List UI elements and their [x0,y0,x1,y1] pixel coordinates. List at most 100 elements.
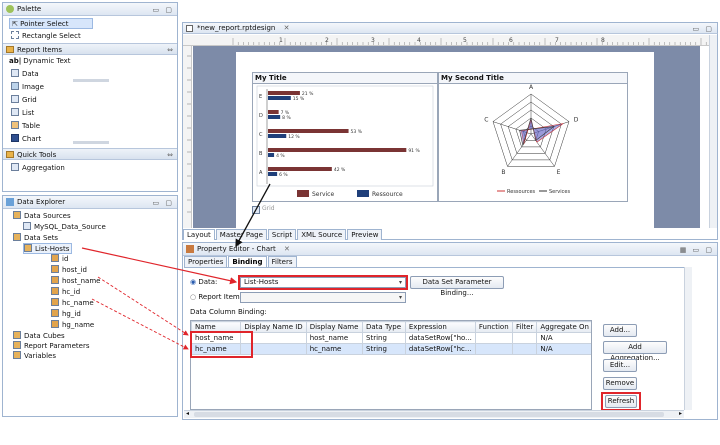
data-set-parameter-binding-button[interactable]: Data Set Parameter Binding... [410,276,504,297]
property-vertical-scrollbar[interactable] [684,267,692,410]
data-select-highlight [238,275,408,290]
data-radio[interactable]: ◉ Data: [190,277,217,288]
quick-tool-aggregation[interactable]: Aggregation [11,163,65,174]
editor-vertical-scrollbar[interactable] [709,35,717,228]
quick-tools-section[interactable]: Quick Tools ⇔ [3,148,177,160]
tab-preview[interactable]: Preview [347,229,383,240]
legend-swatch [357,190,369,197]
column-header[interactable]: Expression [404,321,476,333]
report-item-chart[interactable]: Chart [11,134,41,145]
scroll-right-icon[interactable]: ▸ [679,410,682,417]
radio-selected-icon: ◉ [190,278,197,286]
radar-axis-label: C [484,116,488,123]
chart1-handle-icon[interactable] [252,206,260,214]
chart2-title: My Second Title [439,73,627,84]
legend-swatch [297,190,309,197]
cell-filter [511,332,538,344]
subtab-binding[interactable]: Binding [228,256,267,267]
field-icon [51,265,59,273]
report-item-list[interactable]: List [11,108,34,119]
column-header[interactable]: Filter [511,321,538,333]
legend-label: Service [312,191,334,198]
report-item-radio[interactable]: ○ Report Item: [190,292,242,303]
collapse-icon[interactable]: ⇔ [167,44,173,56]
chart1-caption: Grid [262,205,275,212]
bar-service [268,129,349,133]
subtab-filters[interactable]: Filters [267,256,297,267]
close-icon[interactable]: ✕ [284,245,290,253]
report-item-grid[interactable]: Grid [11,95,37,106]
remove-button[interactable]: Remove [603,377,637,390]
editor-tab[interactable]: *new_report.rptdesign ✕ ▭ ▢ [182,22,718,34]
tab-master-page[interactable]: Master Page [215,229,267,240]
tab-xml-source[interactable]: XML Source [297,229,347,240]
report-item-select[interactable]: ▾ [240,292,406,303]
data-sets-icon [13,233,21,241]
cell-data-type: String [362,343,406,355]
column-header[interactable]: Aggregate On [536,321,591,333]
tree-field-hc-name[interactable]: hc_name [51,298,94,309]
radar-spoke [530,133,555,167]
minimize-maximize-icons[interactable]: ▭ ▢ [693,24,714,35]
ruler-label: 5 [463,37,467,44]
edit-button[interactable]: Edit... [603,359,637,372]
tree-list-hosts[interactable]: List-Hosts [23,243,73,254]
cell-filter [511,343,538,355]
refresh-button-highlight [601,392,641,411]
collapse-icon[interactable]: ⇔ [167,149,173,161]
chart2-frame[interactable]: My Second Title A B C D E Ressources Services [438,72,628,202]
bar-service [268,167,332,171]
data-column-binding-label: Data Column Binding: [190,308,267,316]
add-button[interactable]: Add... [603,324,637,337]
rectangle-select-item[interactable]: Rectangle Select [11,31,81,42]
column-header[interactable]: Display Name [305,321,364,333]
cell-aggregate-on: N/A [536,343,591,355]
category-label: E [259,94,262,100]
tab-layout[interactable]: Layout [183,229,215,240]
close-icon[interactable]: ✕ [284,24,290,32]
chart1-frame[interactable]: My Title E 21 % 15 % D 7 % 8 % C 53 % 12 % B 91 % 4… [252,72,438,202]
tree-field-id[interactable]: id [51,254,68,265]
tree-mysql-source[interactable]: MySQL_Data_Source [23,222,106,233]
tree-field-hc-id[interactable]: hc_id [51,287,80,298]
tree-field-host-id[interactable]: host_id [51,265,87,276]
tree-field-hg-id[interactable]: hg_id [51,309,81,320]
bar-ressource [268,172,278,176]
subtab-properties[interactable]: Properties [184,256,228,267]
field-icon [51,276,59,284]
tab-script[interactable]: Script [267,229,297,240]
add-aggregation-button[interactable]: Add Aggregation... [603,341,667,362]
dynamic-text-icon: ab| [9,57,22,65]
report-items-section[interactable]: Report Items ⇔ [3,43,177,55]
minimize-maximize-icons[interactable]: ▭ ▢ [153,4,174,16]
list-icon [11,108,19,116]
tree-variables[interactable]: Variables [13,351,56,362]
tree-field-hg-name[interactable]: hg_name [51,320,94,331]
tree-field-host-name[interactable]: host_name [51,276,100,287]
bar-data-label: 12 % [288,134,300,140]
data-explorer-title-bar: Data Explorer ▭ ▢ [3,196,177,209]
pointer-select-item[interactable]: ⇱ Pointer Select [9,18,93,29]
binding-table-highlight [190,331,253,358]
column-header[interactable]: Function [474,321,513,333]
data-icon [11,69,19,77]
minimize-maximize-icons[interactable]: ▭ ▢ [153,197,174,209]
report-item-image[interactable]: Image [11,82,44,93]
scroll-thumb[interactable] [194,412,664,417]
cell-expression: dataSetRow["ho... [404,332,476,344]
field-icon [51,287,59,295]
column-header[interactable]: Data Type [362,321,406,333]
property-horizontal-scrollbar[interactable]: ◂ ▸ [184,410,684,418]
tree-data-sources[interactable]: Data Sources [13,211,71,222]
bar-data-label: 4 % [276,153,285,159]
report-item-table[interactable]: Table [11,121,40,132]
scroll-left-icon[interactable]: ◂ [186,410,189,417]
data-cubes-icon [13,331,21,339]
report-item-data[interactable]: Data [11,69,39,80]
bar-data-label: 91 % [408,148,420,154]
database-icon [23,222,31,230]
report-item-dynamic-text[interactable]: ab| Dynamic Text [9,56,71,67]
minimize-maximize-icons[interactable]: ▦ ▭ ▢ [680,244,714,256]
bar-service [268,91,300,95]
legend-label: Ressources [507,189,536,195]
